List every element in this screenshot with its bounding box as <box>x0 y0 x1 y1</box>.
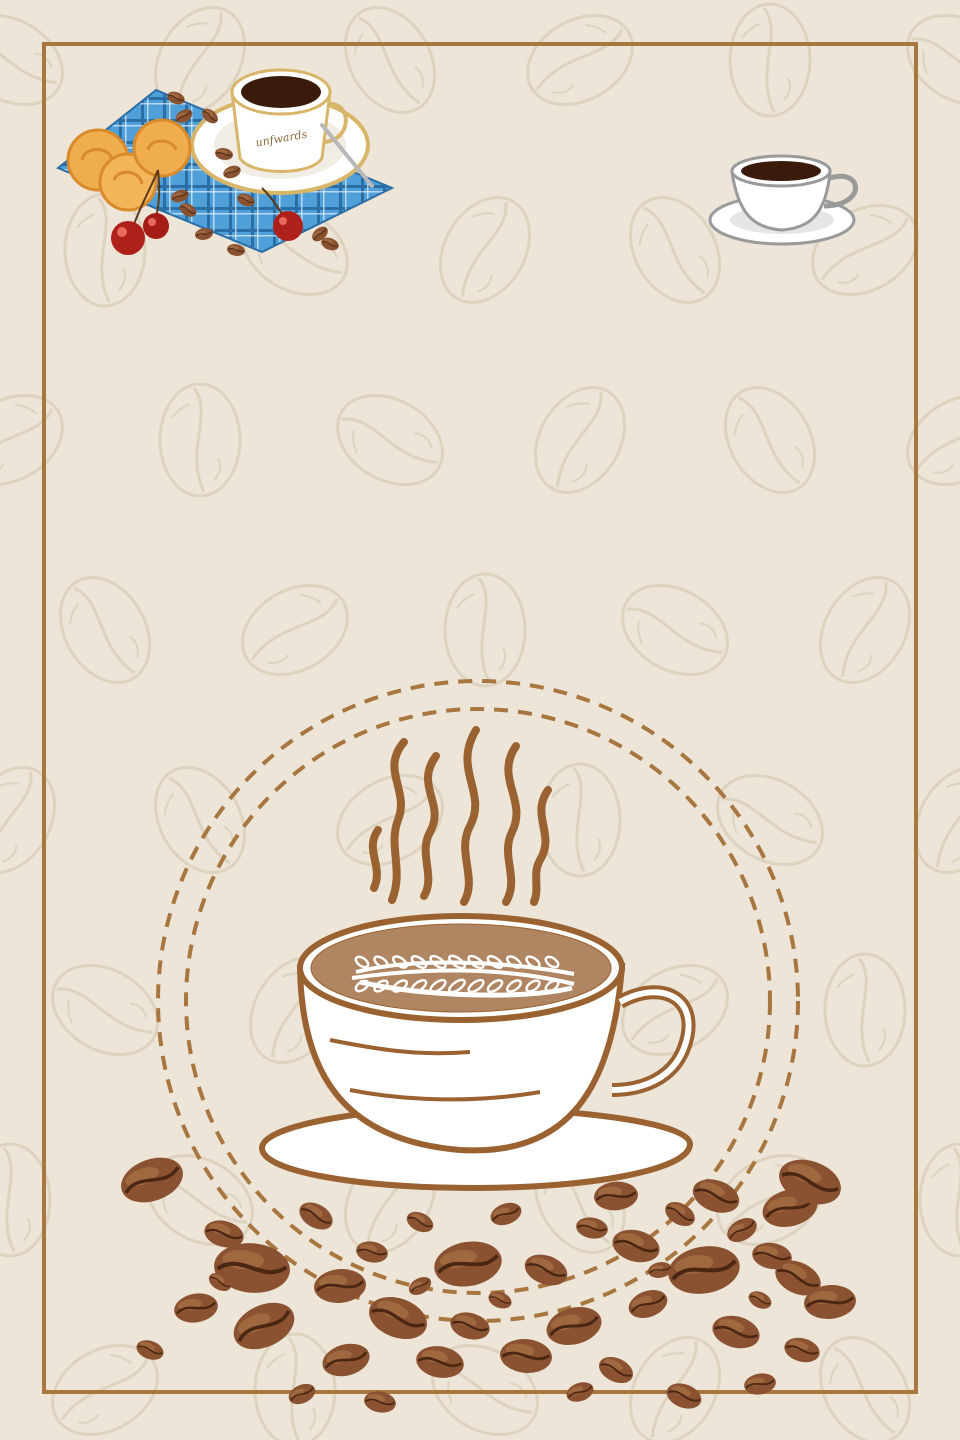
coffee-poster: unfwards <box>0 0 960 1440</box>
poster-canvas: unfwards <box>0 0 960 1440</box>
